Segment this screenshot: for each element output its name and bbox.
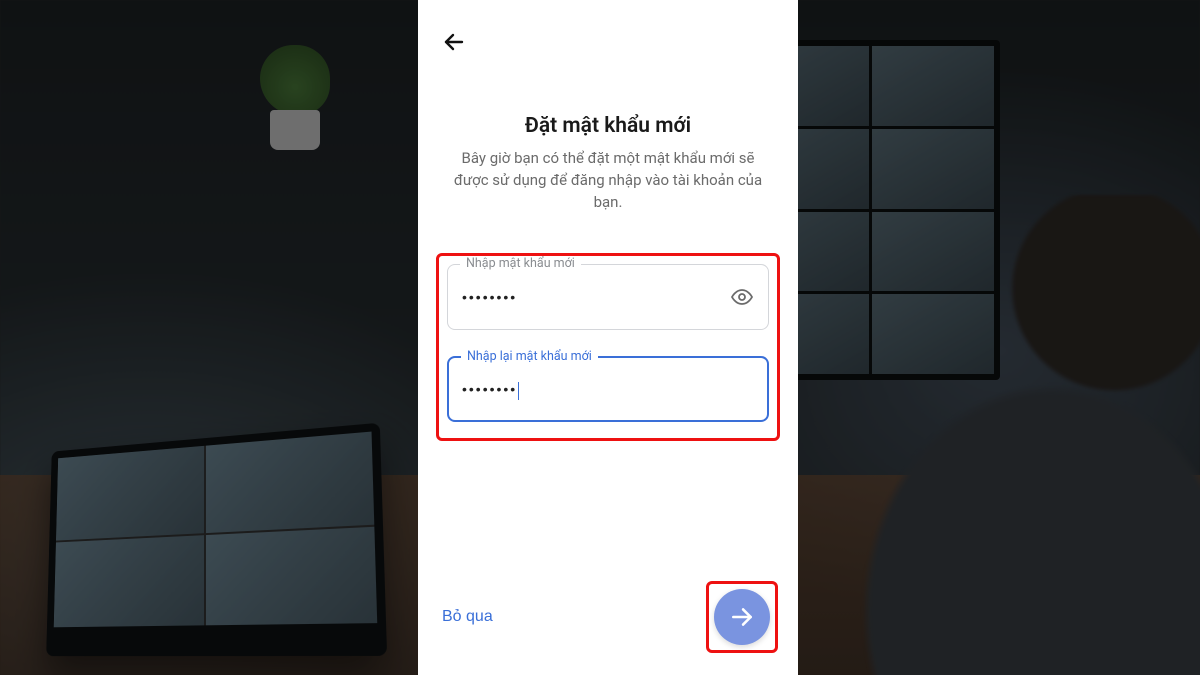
confirm-password-field[interactable]: Nhập lại mật khẩu mới ••••••••	[447, 356, 769, 422]
text-caret	[518, 382, 519, 400]
confirm-password-value: ••••••••	[462, 381, 718, 399]
new-password-field[interactable]: Nhập mật khẩu mới ••••••••	[447, 264, 769, 330]
skip-button[interactable]: Bỏ qua	[442, 608, 493, 626]
annotation-highlight-fields: Nhập mật khẩu mới •••••••• Nhập lại mật …	[436, 253, 780, 441]
toggle-password-visibility-button[interactable]	[726, 281, 758, 313]
phone-frame: Đặt mật khẩu mới Bây giờ bạn có thể đặt …	[418, 0, 798, 675]
page-title: Đặt mật khẩu mới	[446, 114, 770, 138]
new-password-label: Nhập mật khẩu mới	[460, 256, 581, 271]
tutorial-screenshot: Đặt mật khẩu mới Bây giờ bạn có thể đặt …	[0, 0, 1200, 675]
app-header	[418, 18, 798, 60]
footer-bar: Bỏ qua	[418, 581, 798, 659]
new-password-value: ••••••••	[462, 289, 718, 305]
back-button[interactable]	[436, 24, 472, 60]
page-subtitle: Bây giờ bạn có thể đặt một mật khẩu mới …	[446, 148, 770, 213]
arrow-right-icon	[729, 604, 755, 630]
arrow-left-icon	[442, 30, 466, 54]
confirm-password-label: Nhập lại mật khẩu mới	[461, 349, 598, 364]
annotation-highlight-next	[706, 581, 778, 653]
eye-icon	[730, 285, 754, 309]
next-button[interactable]	[714, 589, 770, 645]
form-area: Nhập mật khẩu mới •••••••• Nhập lại mật …	[418, 253, 798, 441]
title-block: Đặt mật khẩu mới Bây giờ bạn có thể đặt …	[418, 60, 798, 213]
